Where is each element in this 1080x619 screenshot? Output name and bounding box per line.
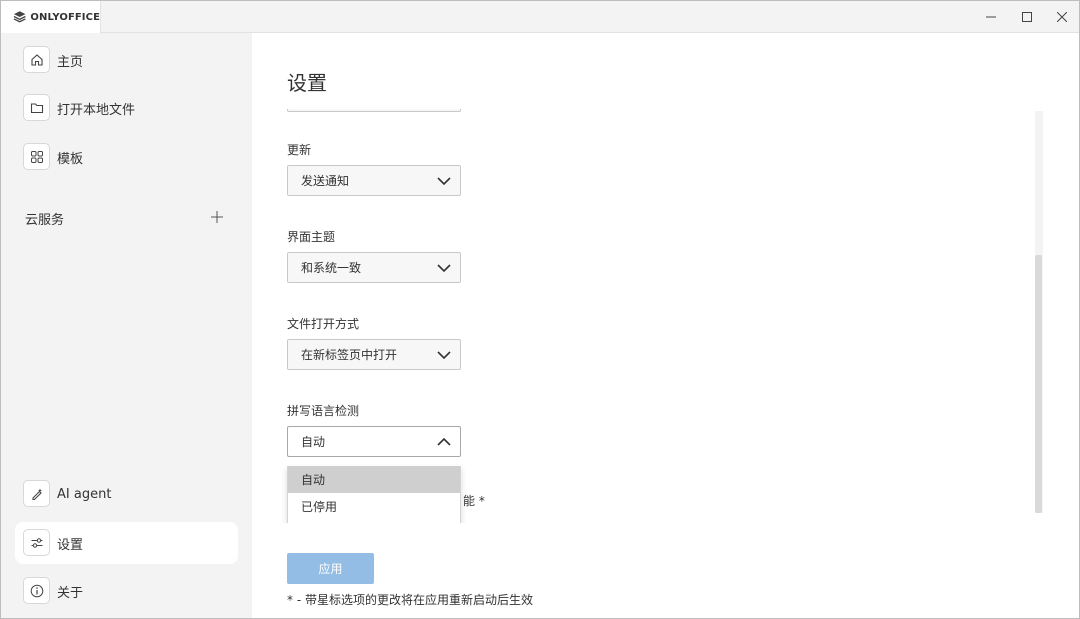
info-icon — [23, 577, 50, 604]
spellcheck-select[interactable]: 自动 — [287, 426, 461, 457]
theme-select[interactable]: 和系统一致 — [287, 252, 461, 283]
chevron-down-icon — [437, 351, 451, 360]
spellcheck-dropdown-menu: 自动 已停用 — [287, 466, 461, 523]
sidebar-item-label: 主页 — [57, 54, 84, 70]
sidebar-item-home[interactable]: 主页 — [15, 39, 238, 81]
settings-sliders-icon — [23, 529, 50, 556]
open-mode-select-value: 在新标签页中打开 — [301, 348, 398, 362]
chevron-down-icon — [437, 264, 451, 273]
sidebar-item-open-local[interactable]: 打开本地文件 — [15, 87, 238, 129]
sidebar: 主页 打开本地文件 模板 云服务 AI agent 设置 关于 — [1, 33, 252, 618]
maximize-icon — [1022, 12, 1032, 22]
partially-hidden-option-label: 能 * — [463, 494, 485, 508]
sidebar-item-about[interactable]: 关于 — [15, 570, 238, 612]
chevron-down-icon — [437, 177, 451, 186]
add-cloud-button[interactable] — [209, 209, 225, 225]
cloud-services-title: 云服务 — [25, 213, 65, 228]
sidebar-item-settings[interactable]: 设置 — [15, 522, 238, 564]
spellcheck-select-value: 自动 — [301, 435, 326, 449]
onlyoffice-logo-icon — [13, 11, 26, 23]
maximize-button[interactable] — [1010, 1, 1044, 33]
app-brand: ONLYOFFICE — [30, 11, 100, 23]
minimize-icon — [986, 16, 996, 18]
sidebar-item-label: AI agent — [57, 486, 112, 502]
sidebar-item-ai-agent[interactable]: AI agent — [15, 473, 238, 515]
home-icon — [23, 46, 50, 73]
select-previous-partial[interactable] — [287, 109, 461, 112]
folder-icon — [23, 94, 50, 121]
chevron-up-icon — [437, 437, 451, 446]
update-label: 更新 — [287, 143, 312, 157]
open-mode-label: 文件打开方式 — [287, 317, 360, 331]
sidebar-item-templates[interactable]: 模板 — [15, 136, 238, 178]
templates-icon — [23, 143, 50, 170]
spellcheck-label: 拼写语言检测 — [287, 404, 360, 418]
title-bar: ONLYOFFICE — [1, 1, 1079, 33]
app-tab[interactable]: ONLYOFFICE — [1, 1, 101, 33]
sidebar-item-label: 关于 — [57, 585, 84, 601]
dropdown-option-disabled[interactable]: 已停用 — [288, 493, 460, 520]
minimize-button[interactable] — [974, 1, 1008, 33]
update-select[interactable]: 发送通知 — [287, 165, 461, 196]
ai-agent-icon — [23, 480, 50, 507]
close-button[interactable] — [1045, 1, 1079, 33]
plus-icon — [211, 211, 223, 223]
open-mode-select[interactable]: 在新标签页中打开 — [287, 339, 461, 370]
sidebar-item-label: 设置 — [57, 537, 84, 553]
theme-label: 界面主题 — [287, 230, 336, 244]
restart-footnote: * - 带星标选项的更改将在应用重新启动后生效 — [287, 593, 533, 607]
theme-select-value: 和系统一致 — [301, 261, 362, 275]
update-select-value: 发送通知 — [301, 174, 350, 188]
settings-scroll-area: 更新 发送通知 界面主题 和系统一致 文件打开方式 在新标签页中打开 拼写语言检… — [252, 109, 1042, 523]
scrollbar-thumb[interactable] — [1035, 255, 1042, 513]
dropdown-option-auto[interactable]: 自动 — [288, 466, 460, 493]
sidebar-item-label: 模板 — [57, 151, 84, 167]
page-title: 设置 — [287, 71, 327, 95]
sidebar-item-label: 打开本地文件 — [57, 102, 136, 118]
apply-button[interactable]: 应用 — [287, 553, 374, 584]
close-icon — [1057, 12, 1067, 22]
